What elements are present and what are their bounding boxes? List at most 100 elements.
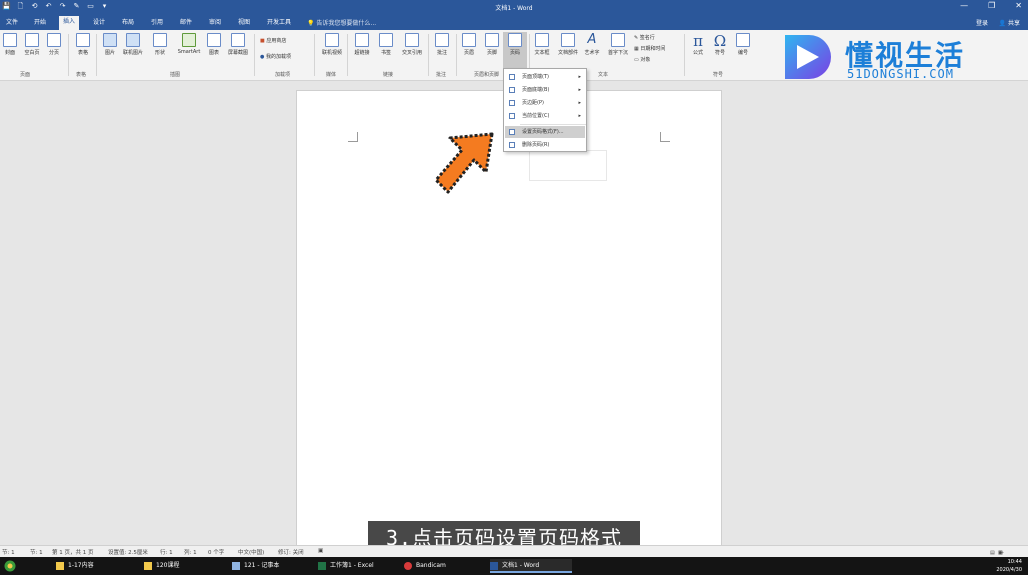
status-section-2[interactable]: 节: 1 <box>30 548 43 556</box>
zoom-out-icon[interactable]: − <box>1000 550 1004 556</box>
status-line[interactable]: 行: 1 <box>160 548 173 556</box>
blank-page-icon <box>25 33 39 47</box>
status-section[interactable]: 节: 1 <box>2 548 15 556</box>
ribbon-tabs: 文件 开始 插入 设计 布局 引用 邮件 审阅 视图 开发工具 💡 告诉我您想要… <box>0 14 1028 30</box>
submenu-arrow-icon: ▸ <box>578 100 581 106</box>
tab-view[interactable]: 视图 <box>234 17 254 30</box>
pictures-button[interactable]: 图片 <box>98 33 122 56</box>
page-bottom-icon <box>509 87 515 93</box>
menu-item-top-of-page[interactable]: 页面顶端(T) ▸ <box>505 71 585 83</box>
pointer-arrow-icon <box>434 132 494 194</box>
online-pictures-button[interactable]: 联机图片 <box>121 33 145 56</box>
hyperlink-button[interactable]: 超链接 <box>350 33 374 56</box>
store-button[interactable]: ■ 应用商店 <box>260 37 286 44</box>
status-macro-icon[interactable]: ▣ <box>318 548 323 554</box>
object-button[interactable]: ▭ 对象 <box>634 56 650 63</box>
text-box-icon <box>535 33 549 47</box>
minimize-button[interactable]: — <box>960 1 968 10</box>
shapes-button[interactable]: 形状 <box>148 33 172 56</box>
text-box-button[interactable]: 文本框 <box>530 33 554 56</box>
record-icon <box>404 562 412 570</box>
cross-reference-button[interactable]: 交叉引用 <box>398 33 426 56</box>
menu-item-current-position[interactable]: 当前位置(C) ▸ <box>505 110 585 122</box>
tab-home[interactable]: 开始 <box>30 17 50 30</box>
tell-me-search[interactable]: 💡 告诉我您想要做什么... <box>307 18 376 27</box>
tab-layout[interactable]: 布局 <box>118 17 138 30</box>
start-icon[interactable] <box>4 560 16 572</box>
group-symbols: 符号 <box>713 72 724 78</box>
status-column[interactable]: 列: 1 <box>184 548 197 556</box>
menu-item-bottom-of-page[interactable]: 页面底端(B) ▸ <box>505 84 585 96</box>
tab-references[interactable]: 引用 <box>147 17 167 30</box>
taskbar-app-excel[interactable]: 工作簿1 - Excel <box>318 559 398 573</box>
link-icon <box>355 33 369 47</box>
signature-line-button[interactable]: ✎ 签名行 <box>634 34 655 41</box>
maximize-button[interactable]: ❐ <box>988 1 995 10</box>
drop-cap-icon <box>611 33 625 47</box>
status-track-changes[interactable]: 修订: 关闭 <box>278 548 304 556</box>
omega-icon: Ω <box>713 32 727 50</box>
folder-icon <box>144 562 152 570</box>
system-tray[interactable]: 10:44 2020/4/30 <box>996 558 1022 574</box>
excel-icon <box>318 562 326 570</box>
numbering-icon <box>736 33 750 47</box>
smartart-icon <box>182 33 196 47</box>
close-button[interactable]: ✕ <box>1015 1 1022 10</box>
document-page[interactable] <box>296 90 722 550</box>
taskbar-app-notepad[interactable]: 121 - 记事本 <box>232 559 312 573</box>
clock-time: 10:44 <box>1007 559 1022 565</box>
symbol-button[interactable]: Ω 符号 <box>708 33 732 56</box>
footer-button[interactable]: 页脚 <box>480 33 504 56</box>
lightbulb-icon: 💡 <box>307 20 315 27</box>
status-language[interactable]: 中文(中国) <box>238 548 264 556</box>
taskbar-app-folder-1[interactable]: 1-17内容 <box>56 559 136 573</box>
header-button[interactable]: 页眉 <box>457 33 481 56</box>
group-addins: 加载项 <box>275 72 291 78</box>
cross-reference-icon <box>405 33 419 47</box>
smartart-button[interactable]: SmartArt <box>174 33 204 55</box>
tab-insert[interactable]: 插入 <box>59 16 80 30</box>
crop-mark <box>348 132 358 142</box>
group-comments: 批注 <box>436 72 447 78</box>
comment-button[interactable]: 批注 <box>430 33 454 56</box>
table-button[interactable]: 表格 <box>71 33 95 56</box>
status-position[interactable]: 设置值: 2.5厘米 <box>108 548 148 556</box>
bookmark-button[interactable]: 书签 <box>374 33 398 56</box>
quick-parts-button[interactable]: 文档部件 <box>554 33 582 56</box>
page-break-button[interactable]: 分页 <box>42 33 66 56</box>
taskbar-app-folder-2[interactable]: 120课程 <box>144 559 224 573</box>
wordart-button[interactable]: A 艺术字 <box>580 33 604 57</box>
tab-mailings[interactable]: 邮件 <box>176 17 196 30</box>
menu-item-remove-page-numbers[interactable]: 删除页码(R) <box>505 139 585 151</box>
login-link[interactable]: 登录 <box>976 18 988 27</box>
taskbar-app-bandicam[interactable]: Bandicam <box>404 559 484 573</box>
equation-button[interactable]: π 公式 <box>686 33 710 56</box>
menu-item-page-margins[interactable]: 页边距(P) ▸ <box>505 97 585 109</box>
cover-page-button[interactable]: 封面 <box>0 33 22 56</box>
page-break-icon <box>47 33 61 47</box>
tab-file[interactable]: 文件 <box>2 17 22 30</box>
format-page-number-icon <box>509 129 515 135</box>
page-number-button[interactable]: 页码 <box>503 32 527 70</box>
online-video-button[interactable]: 联机视频 <box>320 33 344 56</box>
bookmark-icon <box>379 33 393 47</box>
tab-developer[interactable]: 开发工具 <box>263 17 295 30</box>
drop-cap-button[interactable]: 首字下沉 <box>604 33 632 56</box>
my-addins-button[interactable]: ● 我的加载项 <box>260 53 291 60</box>
tab-review[interactable]: 审阅 <box>205 17 225 30</box>
status-word-count[interactable]: 0 个字 <box>208 548 224 556</box>
date-time-button[interactable]: ▦ 日期和时间 <box>634 45 665 52</box>
blank-page-button[interactable]: 空白页 <box>20 33 44 56</box>
online-picture-icon <box>126 33 140 47</box>
group-media: 媒体 <box>326 72 337 78</box>
chart-button[interactable]: 图表 <box>202 33 226 56</box>
taskbar-app-word[interactable]: 文档1 - Word <box>490 559 572 573</box>
share-button[interactable]: 👤 共享 <box>999 18 1020 27</box>
table-icon <box>76 33 90 47</box>
numbering-button[interactable]: 编号 <box>731 33 755 56</box>
menu-item-format-page-numbers[interactable]: 设置页码格式(F)... <box>505 126 585 138</box>
read-mode-icon[interactable]: ▤ <box>990 550 995 556</box>
screenshot-button[interactable]: 屏幕截图 <box>226 33 250 56</box>
status-page[interactable]: 第 1 页，共 1 页 <box>52 548 94 556</box>
tab-design[interactable]: 设计 <box>89 17 109 30</box>
